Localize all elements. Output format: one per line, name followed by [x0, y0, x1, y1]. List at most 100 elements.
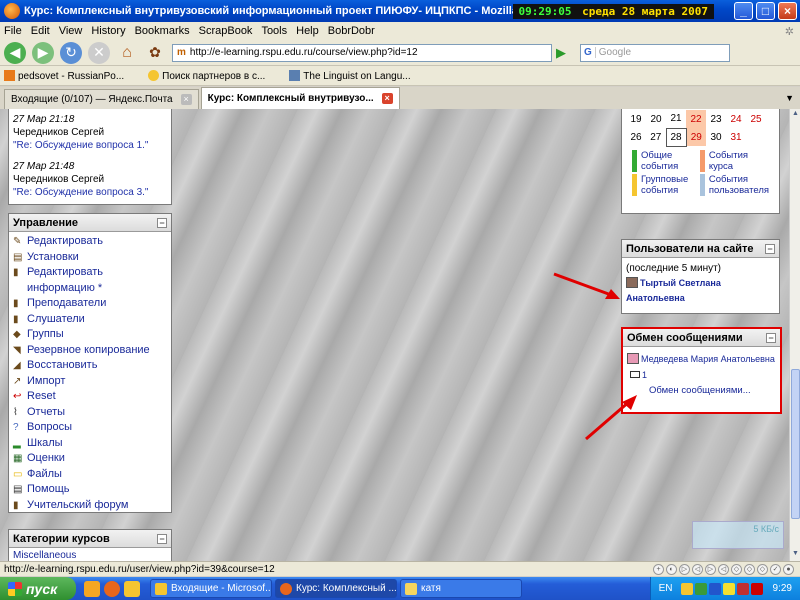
status-control-icon[interactable]: ●	[783, 563, 794, 575]
status-control-icon[interactable]: ▷	[705, 563, 716, 575]
status-control-icon[interactable]: ▷	[679, 563, 690, 575]
mgmt-item-grades[interactable]: ▦ Оценки	[13, 451, 167, 467]
menu-file[interactable]: File	[4, 25, 22, 37]
tab-yandex-mail[interactable]: Входящие (0/107) — Яндекс.Почта ×	[4, 89, 199, 109]
mgmt-item-edit[interactable]: ✎ Редактировать	[13, 234, 167, 250]
mgmt-item-teacher-forum[interactable]: ▮ Учительский форум	[13, 498, 167, 514]
legend-global-events[interactable]: Общие события	[632, 149, 696, 172]
collapse-icon[interactable]: −	[765, 243, 775, 254]
collapse-icon[interactable]: −	[766, 332, 776, 343]
search-input[interactable]: G Google	[580, 43, 730, 62]
tab-close-icon[interactable]: ×	[180, 94, 192, 105]
status-control-icon[interactable]: ◇	[731, 563, 742, 575]
minimize-button[interactable]: _	[734, 2, 753, 20]
mgmt-item-reset[interactable]: ↩ Reset	[13, 389, 167, 405]
scroll-up-icon[interactable]: ▲	[791, 110, 800, 120]
legend-group-events[interactable]: Групповые события	[632, 173, 696, 196]
scrapbook-icon[interactable]: ✿	[144, 42, 166, 64]
calendar-day[interactable]: 27	[646, 128, 666, 146]
legend-user-events[interactable]: События пользователя	[699, 173, 769, 196]
message-sender-link[interactable]: Медведева Мария Анатольевна	[641, 354, 775, 364]
go-arrow-icon[interactable]: ▶	[556, 45, 566, 61]
calendar-day[interactable]: 19	[626, 110, 646, 128]
online-user-link[interactable]: Тыртый Светлана Анатольевна	[626, 278, 721, 303]
mgmt-item-backup[interactable]: ◥ Резервное копирование	[13, 343, 167, 359]
reload-button[interactable]: ↻	[60, 41, 82, 64]
calendar-day[interactable]: 23	[706, 110, 726, 128]
quick-launch-icon[interactable]	[84, 580, 100, 597]
mgmt-item-reports[interactable]: ⌇ Отчеты	[13, 405, 167, 421]
tray-icon[interactable]	[736, 582, 749, 595]
legend-course-events[interactable]: События курса	[699, 149, 769, 172]
status-control-icon[interactable]: ◇	[757, 563, 768, 575]
calendar-day[interactable]: 21	[666, 110, 686, 128]
mgmt-item-scales[interactable]: ▂ Шкалы	[13, 436, 167, 452]
url-bar[interactable]: m http://e-learning.rspu.edu.ru/course/v…	[172, 43, 552, 62]
mgmt-item-help[interactable]: ▤ Помощь	[13, 482, 167, 498]
category-link[interactable]: Miscellaneous	[9, 548, 171, 561]
menu-tools[interactable]: Tools	[261, 25, 287, 37]
tab-course[interactable]: Курс: Комплексный внутривузо... ×	[200, 87, 400, 109]
collapse-icon[interactable]: −	[157, 533, 167, 544]
forward-button[interactable]: ▶	[32, 41, 54, 64]
scroll-down-icon[interactable]: ▼	[791, 550, 800, 560]
bookmark-item[interactable]: pedsovet - RussianPo...	[4, 69, 136, 82]
scroll-thumb[interactable]	[791, 369, 800, 519]
status-control-icon[interactable]: +	[653, 563, 664, 575]
taskbar-button-active[interactable]: Курс: Комплексный ...	[275, 579, 397, 598]
home-button[interactable]: ⌂	[116, 42, 138, 64]
mgmt-item-groups[interactable]: ◆ Группы	[13, 327, 167, 343]
calendar-day-weekend[interactable]: 24	[726, 110, 746, 128]
status-control-icon[interactable]: ◁	[718, 563, 729, 575]
status-control-icon[interactable]: ◇	[744, 563, 755, 575]
mgmt-item-students[interactable]: ▮ Слушатели	[13, 312, 167, 328]
mgmt-item-restore[interactable]: ◢ Восстановить	[13, 358, 167, 374]
post-link[interactable]: "Re: Обсуждение вопроса 3."	[13, 186, 167, 199]
mgmt-item-questions[interactable]: ? Вопросы	[13, 420, 167, 436]
status-control-icon[interactable]: ◐	[666, 563, 677, 575]
bookmark-item[interactable]: The Linguist on Langu...	[289, 69, 422, 82]
status-control-icon[interactable]: ✓	[770, 563, 781, 575]
google-engine-icon[interactable]: G	[581, 47, 596, 58]
collapse-icon[interactable]: −	[157, 217, 167, 228]
firefox-icon[interactable]	[104, 580, 120, 597]
menu-bookmarks[interactable]: Bookmarks	[135, 25, 190, 37]
calendar-day-event[interactable]: 22	[686, 110, 706, 128]
taskbar-button[interactable]: катя	[400, 579, 522, 598]
menu-edit[interactable]: Edit	[31, 25, 50, 37]
language-indicator[interactable]: EN	[659, 583, 673, 594]
start-button[interactable]: пуск	[0, 577, 76, 600]
status-control-icon[interactable]: ◁	[692, 563, 703, 575]
back-button[interactable]: ◀	[4, 41, 26, 64]
calendar-day-weekend[interactable]: 25	[746, 110, 766, 128]
tray-icon[interactable]	[722, 582, 735, 595]
post-link[interactable]: "Re: Обсуждение вопроса 1."	[13, 139, 167, 152]
tray-icon[interactable]	[708, 582, 721, 595]
mgmt-item-files[interactable]: ▭ Файлы	[13, 467, 167, 483]
mgmt-item-import[interactable]: ↗ Импорт	[13, 374, 167, 390]
calendar-day-event[interactable]: 29	[686, 128, 706, 146]
menu-view[interactable]: View	[59, 25, 83, 37]
messages-link[interactable]: Обмен сообщениями...	[627, 383, 776, 399]
mgmt-item-settings[interactable]: ▤ Установки	[13, 250, 167, 266]
calendar-day[interactable]: 30	[706, 128, 726, 146]
tray-icon[interactable]	[750, 582, 763, 595]
quick-launch-icon[interactable]	[124, 580, 140, 597]
menu-history[interactable]: History	[91, 25, 125, 37]
taskbar-button[interactable]: Входящие - Microsof...	[150, 579, 272, 598]
tab-list-arrow-icon[interactable]: ▼	[785, 93, 794, 103]
menu-scrapbook[interactable]: ScrapBook	[199, 25, 253, 37]
calendar-day-today[interactable]: 28	[665, 127, 687, 147]
menu-help[interactable]: Help	[296, 25, 319, 37]
tab-close-icon[interactable]: ×	[381, 93, 393, 104]
tray-icon[interactable]	[694, 582, 707, 595]
mgmt-item-teachers[interactable]: ▮ Преподаватели	[13, 296, 167, 312]
calendar-day[interactable]: 26	[626, 128, 646, 146]
tray-icon[interactable]	[680, 582, 693, 595]
mgmt-item-edit-info[interactable]: ▮ Редактировать информацию *	[13, 265, 167, 296]
calendar-day[interactable]: 20	[646, 110, 666, 128]
close-button[interactable]: ×	[778, 2, 797, 20]
stop-button[interactable]: ✕	[88, 41, 110, 64]
menu-bobrdobr[interactable]: BobrDobr	[328, 25, 375, 37]
bookmark-item[interactable]: Поиск партнеров в с...	[148, 69, 277, 82]
